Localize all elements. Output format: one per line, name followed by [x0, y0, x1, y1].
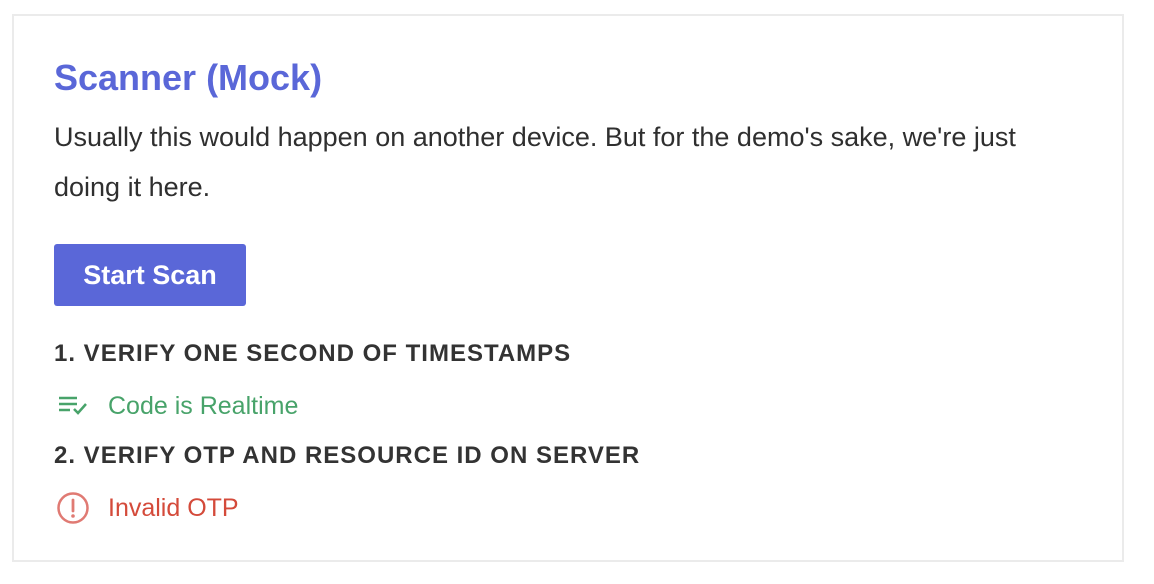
- step-1-heading: 1. VERIFY ONE SECOND OF TIMESTAMPS: [54, 340, 572, 367]
- scanner-card: Scanner (Mock) Usually this would happen…: [12, 14, 1124, 562]
- playlist-check-icon: [56, 389, 90, 423]
- step-2-status: Invalid OTP: [56, 491, 239, 525]
- scanner-title: Scanner (Mock): [54, 57, 323, 98]
- alert-circle-icon: [56, 491, 90, 525]
- scanner-description: Usually this would happen on another dev…: [54, 122, 1016, 202]
- step-2-status-text: Invalid OTP: [108, 493, 239, 522]
- start-scan-button[interactable]: Start Scan: [54, 244, 246, 306]
- step-1-status-text: Code is Realtime: [108, 391, 299, 420]
- step-2-heading: 2. VERIFY OTP AND RESOURCE ID ON SERVER: [54, 442, 641, 469]
- step-1-status: Code is Realtime: [56, 389, 298, 423]
